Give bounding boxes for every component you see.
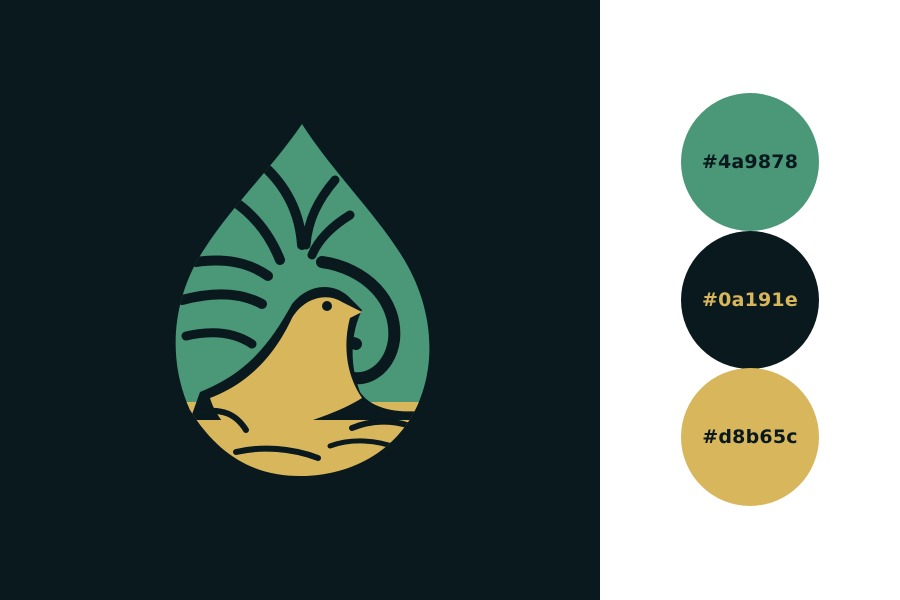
palette-presentation: #4a9878 #0a191e #d8b65c xyxy=(0,0,900,600)
water-drop-bird-icon xyxy=(175,124,430,476)
swatch-accent: #d8b65c xyxy=(681,368,819,506)
swatch-background-label: #0a191e xyxy=(702,289,798,311)
color-swatch-panel: #4a9878 #0a191e #d8b65c xyxy=(600,0,900,600)
swatch-background: #0a191e xyxy=(681,231,819,369)
swatch-accent-label: #d8b65c xyxy=(702,426,798,448)
logo-panel xyxy=(0,0,600,600)
swatch-primary-label: #4a9878 xyxy=(701,151,799,173)
swatch-primary: #4a9878 xyxy=(681,93,819,231)
